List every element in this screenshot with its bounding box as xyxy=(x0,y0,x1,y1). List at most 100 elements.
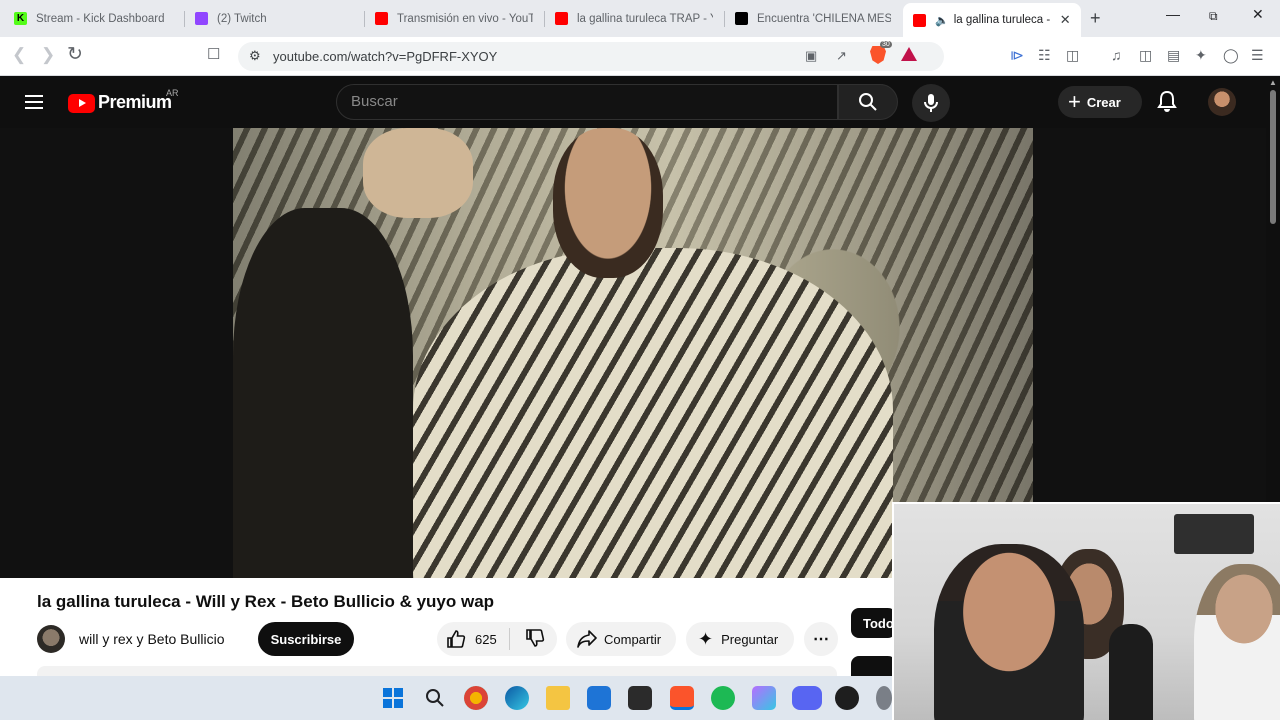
settings-icon[interactable] xyxy=(876,686,892,710)
bell-icon xyxy=(1157,90,1177,112)
channel-name[interactable]: will y rex y Beto Bullicio xyxy=(79,631,225,647)
microphone-icon xyxy=(924,94,938,112)
subscribe-button[interactable]: Suscribirse xyxy=(258,622,354,656)
share-arrow-icon xyxy=(577,630,597,648)
tab-tiktok[interactable]: Encuentra 'CHILENA MESS xyxy=(725,4,901,33)
sticky-notes-icon[interactable] xyxy=(628,686,652,710)
voice-search-button[interactable] xyxy=(912,84,950,122)
bookmark-icon[interactable]: ☐ xyxy=(207,45,220,63)
browser-toolbar: ❮ ❯ ↻ ☐ ⚙ youtube.com/watch?v=PgDFRF-XYO… xyxy=(0,37,1280,76)
site-info-icon[interactable]: ⚙ xyxy=(249,48,261,64)
wallet-icon[interactable]: ▤ xyxy=(1167,47,1180,64)
chip-partial[interactable] xyxy=(851,656,896,676)
youtube-icon xyxy=(913,13,926,27)
back-button[interactable]: ❮ xyxy=(12,45,26,65)
search-icon xyxy=(859,93,877,111)
obs-icon[interactable] xyxy=(835,686,859,710)
url-text[interactable]: youtube.com/watch?v=PgDFRF-XYOY xyxy=(273,49,497,64)
ask-label: Preguntar xyxy=(721,631,779,647)
tab-title: (2) Twitch xyxy=(217,12,267,25)
dislike-button[interactable] xyxy=(510,627,546,652)
tab-youtube-trap[interactable]: la gallina turuleca TRAP - Y xyxy=(545,4,723,33)
scrollbar-thumb[interactable] xyxy=(1270,90,1276,224)
reading-icon[interactable]: ◫ xyxy=(1066,47,1079,64)
restore-button[interactable]: ⧉ xyxy=(1209,9,1218,24)
spotify-icon[interactable] xyxy=(711,686,735,710)
more-actions-button[interactable]: ⋯ xyxy=(804,622,838,656)
search-box[interactable] xyxy=(336,84,838,120)
webcam-overlay xyxy=(892,502,1280,720)
scroll-up-icon[interactable]: ▲ xyxy=(1269,78,1277,87)
tab-twitch[interactable]: (2) Twitch xyxy=(185,4,363,33)
description-box[interactable] xyxy=(37,666,837,676)
like-button[interactable]: 625 xyxy=(437,628,509,650)
country-code: AR xyxy=(166,88,179,98)
search-icon[interactable] xyxy=(423,686,447,710)
channel-avatar[interactable] xyxy=(37,625,65,653)
youtube-premium-logo[interactable]: Premium xyxy=(98,92,172,113)
cast-icon[interactable]: ▣ xyxy=(805,48,817,64)
forward-button[interactable]: ❯ xyxy=(41,45,55,65)
like-dislike-group: 625 xyxy=(437,622,557,656)
tab-title: Stream - Kick Dashboard xyxy=(36,12,165,25)
browser-tab-bar: K Stream - Kick Dashboard (2) Twitch Tra… xyxy=(0,0,1280,37)
minimize-button[interactable]: — xyxy=(1166,6,1180,22)
chip-all[interactable]: Todo xyxy=(851,608,896,638)
search-input[interactable] xyxy=(351,93,811,110)
account-avatar[interactable] xyxy=(1208,88,1236,116)
close-window-button[interactable]: ✕ xyxy=(1252,6,1264,23)
tab-kick-dashboard[interactable]: K Stream - Kick Dashboard xyxy=(4,4,184,33)
twitch-icon xyxy=(195,12,208,25)
thumbs-up-icon xyxy=(447,630,466,648)
youtube-header: Premium AR + Crear xyxy=(0,76,1280,128)
notifications-button[interactable] xyxy=(1157,90,1177,117)
kick-icon: K xyxy=(14,12,27,25)
edge-icon[interactable] xyxy=(505,686,529,710)
thumbs-down-icon xyxy=(526,628,545,647)
new-tab-button[interactable]: + xyxy=(1090,8,1101,29)
guide-menu-icon[interactable] xyxy=(25,95,43,113)
leo-ai-icon[interactable]: ✦ xyxy=(1195,47,1207,64)
create-label: Crear xyxy=(1086,94,1121,110)
tiktok-icon xyxy=(735,12,748,25)
video-title: la gallina turuleca - Will y Rex - Beto … xyxy=(37,592,495,611)
file-explorer-icon[interactable] xyxy=(546,686,570,710)
app-icon[interactable] xyxy=(752,686,776,710)
page-scrollbar[interactable]: ▲ xyxy=(1266,76,1280,502)
ask-button[interactable]: ✦ Preguntar xyxy=(686,622,794,656)
store-icon[interactable] xyxy=(587,686,611,710)
tab-youtube-active[interactable]: 🔈 la gallina turuleca - ✕ xyxy=(903,3,1081,37)
brave-icon[interactable] xyxy=(670,686,694,710)
like-count: 625 xyxy=(475,631,497,647)
audio-playing-icon[interactable]: 🔈 xyxy=(935,14,949,27)
brave-rewards-icon[interactable] xyxy=(901,47,917,61)
tab-title: Encuentra 'CHILENA MESS xyxy=(757,12,891,25)
sparkle-icon: ✦ xyxy=(698,628,714,649)
windows-taskbar xyxy=(0,676,892,720)
menu-icon[interactable]: ☰ xyxy=(1251,47,1264,64)
sidebar-icon[interactable]: ◫ xyxy=(1139,47,1152,64)
close-tab-icon[interactable]: ✕ xyxy=(1060,12,1071,28)
youtube-icon xyxy=(375,12,388,25)
share-icon[interactable]: ↗ xyxy=(836,48,847,64)
plus-icon: + xyxy=(1068,89,1081,114)
tab-title: Transmisión en vivo - YouT xyxy=(397,12,533,25)
youtube-icon xyxy=(555,12,568,25)
search-button[interactable] xyxy=(838,84,898,120)
chrome-like-icon[interactable] xyxy=(464,686,488,710)
vpn-icon[interactable]: ◯ xyxy=(1223,47,1239,64)
tab-title: la gallina turuleca - xyxy=(953,14,1050,26)
brave-shields-count: 30 xyxy=(880,41,892,48)
reload-button[interactable]: ↻ xyxy=(67,43,83,66)
windows-start-icon[interactable] xyxy=(381,686,405,710)
tab-youtube-live[interactable]: Transmisión en vivo - YouT xyxy=(365,4,543,33)
share-label: Compartir xyxy=(604,631,662,647)
music-icon[interactable]: ♫ xyxy=(1111,47,1122,63)
audio-wave-icon[interactable]: ⧐ xyxy=(1010,47,1024,64)
share-button[interactable]: Compartir xyxy=(566,622,676,656)
create-button[interactable]: + Crear xyxy=(1058,86,1142,118)
address-bar[interactable]: ⚙ youtube.com/watch?v=PgDFRF-XYOY ▣ ↗ xyxy=(238,42,944,71)
discord-icon[interactable] xyxy=(792,686,822,710)
extensions-icon[interactable]: ☷ xyxy=(1038,47,1051,64)
youtube-logo-icon[interactable] xyxy=(68,94,95,113)
